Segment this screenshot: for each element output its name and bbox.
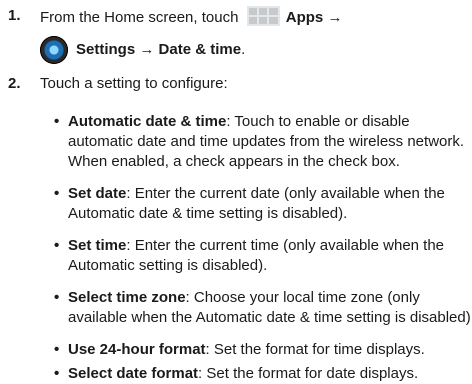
step-number: 2. <box>8 75 21 92</box>
bullet-term: Use 24-hour format <box>68 341 206 358</box>
step-1-line-2: Settings → Date & time. <box>0 36 472 66</box>
bullet-term: Automatic date & time <box>68 113 227 130</box>
bullet-desc: : Set the format for time displays. <box>205 341 425 358</box>
arrow-2: → <box>139 41 155 58</box>
period: . <box>241 41 246 58</box>
bullet-desc: : Set the format for date displays. <box>198 365 419 382</box>
bullet-term: Set date <box>68 185 127 202</box>
bullet-text: Automatic date & time: Touch to enable o… <box>68 112 472 172</box>
apps-grid-icon <box>246 6 280 26</box>
bullet-text: Set time: Enter the current time (only a… <box>68 236 472 276</box>
bullet-dot: • <box>54 365 60 382</box>
bullet-use-24-hour-format: • Use 24-hour format: Set the format for… <box>54 340 472 360</box>
bullet-dot: • <box>54 289 60 306</box>
apps-label: Apps <box>285 9 324 26</box>
step-1-prefix: From the Home screen, touch <box>40 9 239 26</box>
bullet-text: Set date: Enter the current date (only a… <box>68 184 472 224</box>
bullet-dot: • <box>54 237 60 254</box>
bullet-dot: • <box>54 341 60 358</box>
bullet-dot: • <box>54 185 60 202</box>
step-1-line-2-text: Settings → Date & time. <box>76 40 245 60</box>
settings-icon <box>40 36 68 64</box>
step-2-text: Touch a setting to configure: <box>40 75 228 92</box>
bullet-dot: • <box>54 113 60 130</box>
bullet-select-date-format: • Select date format: Set the format for… <box>54 364 472 384</box>
bullet-term: Set time <box>68 237 127 254</box>
step-number: 1. <box>8 7 21 24</box>
bullet-text: Select time zone: Choose your local time… <box>68 288 472 328</box>
bullet-text: Use 24-hour format: Set the format for t… <box>68 340 472 360</box>
bullet-text: Select date format: Set the format for d… <box>68 364 472 384</box>
date-time-label: Date & time <box>158 41 242 58</box>
settings-label: Settings <box>76 41 136 58</box>
bullet-select-time-zone: • Select time zone: Choose your local ti… <box>54 288 472 330</box>
step-1-line-1: From the Home screen, touch Apps → <box>40 6 342 28</box>
bullet-set-date: • Set date: Enter the current date (only… <box>54 184 472 226</box>
bullet-automatic-date-time: • Automatic date & time: Touch to enable… <box>54 112 472 174</box>
bullet-term: Select time zone <box>68 289 186 306</box>
arrow-1: → <box>327 9 343 26</box>
bullet-term: Select date format <box>68 365 199 382</box>
bullet-set-time: • Set time: Enter the current time (only… <box>54 236 472 278</box>
